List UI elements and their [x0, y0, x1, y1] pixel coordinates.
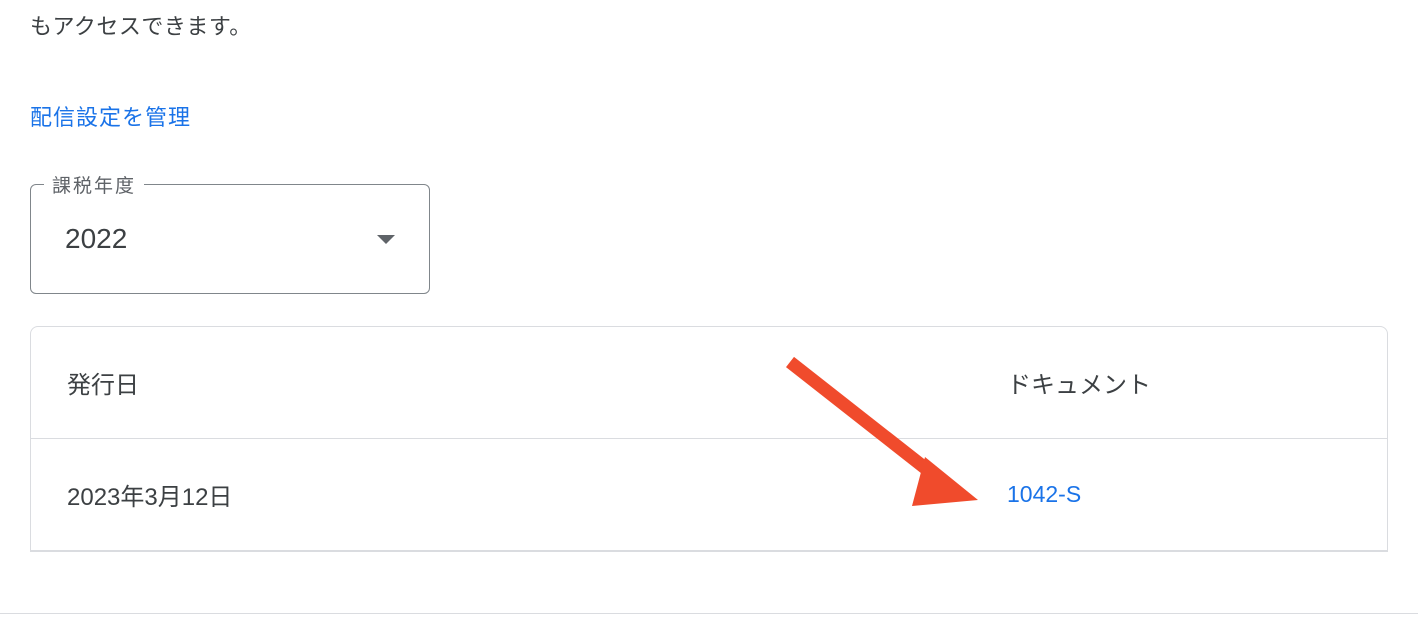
- table-row: 2023年3月12日 1042-S: [31, 439, 1387, 551]
- tax-year-select[interactable]: 2022: [30, 184, 430, 294]
- manage-delivery-link[interactable]: 配信設定を管理: [30, 100, 191, 132]
- intro-text: もアクセスできます。: [30, 8, 1388, 45]
- intro-line-1: もアクセスできます。: [30, 14, 252, 39]
- document-link-1042s[interactable]: 1042-S: [1007, 481, 1081, 507]
- cell-issue-date: 2023年3月12日: [67, 477, 1007, 512]
- tax-year-value: 2022: [65, 223, 127, 255]
- tax-year-label: 課税年度: [44, 171, 144, 198]
- chevron-down-icon: [377, 235, 395, 244]
- table-header-row: 発行日 ドキュメント: [31, 327, 1387, 439]
- header-document: ドキュメント: [1007, 365, 1151, 400]
- tax-year-dropdown-container: 課税年度 2022: [30, 184, 430, 294]
- header-issue-date: 発行日: [67, 365, 1007, 400]
- documents-table: 発行日 ドキュメント 2023年3月12日 1042-S: [30, 326, 1388, 552]
- footer-divider: [0, 613, 1418, 614]
